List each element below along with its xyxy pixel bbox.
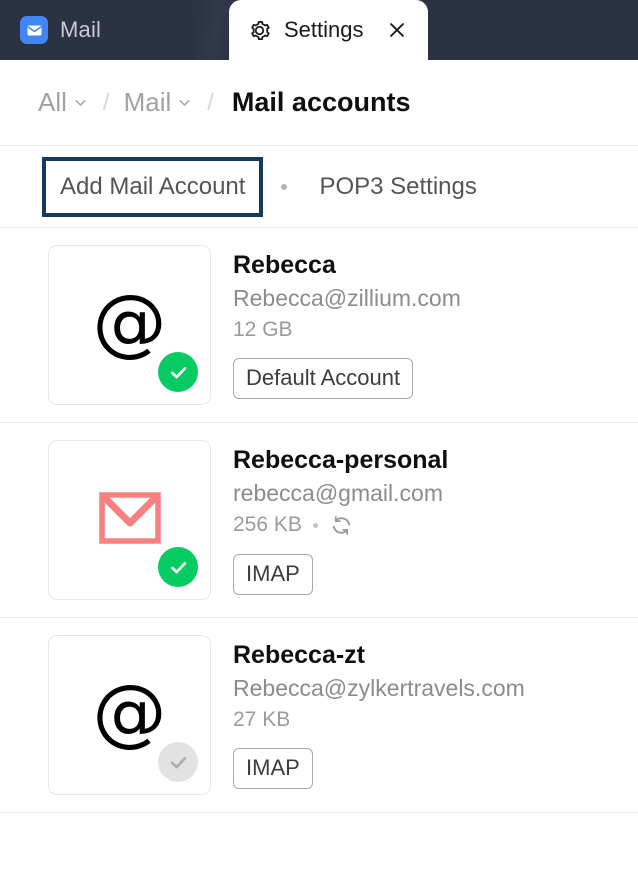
account-details: Rebecca-zt Rebecca@zylkertravels.com 27 …: [233, 635, 525, 789]
check-circle-icon: [158, 547, 198, 587]
account-meta: 256 KB: [233, 513, 448, 538]
account-name: Rebecca-zt: [233, 639, 525, 671]
breadcrumb-item-mail-label: Mail: [124, 87, 172, 118]
breadcrumb-separator: /: [95, 89, 118, 117]
tab-label: Settings: [284, 17, 364, 43]
settings-subtab-bar: Add Mail Account POP3 Settings: [0, 146, 638, 228]
account-list-item[interactable]: Rebecca-personal rebecca@gmail.com 256 K…: [0, 423, 638, 618]
chevron-down-icon: [72, 94, 89, 111]
mail-accounts-list: @ Rebecca Rebecca@zillium.com 12 GB Defa…: [0, 228, 638, 813]
avatar: @: [48, 245, 211, 405]
refresh-icon[interactable]: [329, 513, 354, 538]
status-badge: IMAP: [233, 554, 313, 595]
meta-separator-dot: [313, 523, 318, 528]
breadcrumb-item-all-label: All: [38, 87, 67, 118]
account-email: Rebecca@zillium.com: [233, 284, 461, 314]
gmail-envelope-icon: [99, 492, 161, 549]
account-name: Rebecca-personal: [233, 444, 448, 476]
breadcrumb-item-mail[interactable]: Mail: [124, 87, 194, 118]
window-tab-bar: Mail Settings: [0, 0, 638, 60]
status-badge: IMAP: [233, 748, 313, 789]
at-sign-icon: @: [93, 675, 167, 749]
account-details: Rebecca-personal rebecca@gmail.com 256 K…: [233, 440, 448, 595]
check-circle-icon: [158, 352, 198, 392]
account-meta: 12 GB: [233, 318, 461, 342]
tab-settings[interactable]: Settings: [229, 0, 428, 60]
account-list-item[interactable]: @ Rebecca-zt Rebecca@zylkertravels.com 2…: [0, 618, 638, 813]
avatar: @: [48, 635, 211, 795]
account-size: 27 KB: [233, 708, 290, 732]
tab-bar-shade: [196, 0, 232, 60]
breadcrumb-item-all[interactable]: All: [38, 87, 89, 118]
chevron-down-icon: [176, 94, 193, 111]
account-size: 12 GB: [233, 318, 293, 342]
app-name-label: Mail: [60, 17, 101, 43]
account-list-item[interactable]: @ Rebecca Rebecca@zillium.com 12 GB Defa…: [0, 228, 638, 423]
tab-pop3-settings[interactable]: POP3 Settings: [305, 161, 490, 213]
account-email: rebecca@gmail.com: [233, 479, 448, 509]
account-name: Rebecca: [233, 249, 461, 281]
breadcrumb: All / Mail / Mail accounts: [0, 60, 638, 146]
account-email: Rebecca@zylkertravels.com: [233, 674, 525, 704]
avatar: [48, 440, 211, 600]
account-meta: 27 KB: [233, 708, 525, 732]
subtab-separator-dot: [281, 184, 287, 190]
tab-add-mail-account[interactable]: Add Mail Account: [42, 157, 263, 217]
status-badge: Default Account: [233, 358, 413, 399]
gear-icon: [247, 18, 272, 43]
check-circle-icon: [158, 742, 198, 782]
account-details: Rebecca Rebecca@zillium.com 12 GB Defaul…: [233, 245, 461, 399]
page-title: Mail accounts: [228, 87, 411, 118]
at-sign-icon: @: [93, 285, 167, 359]
account-size: 256 KB: [233, 513, 302, 537]
close-icon[interactable]: [386, 19, 408, 41]
breadcrumb-separator: /: [199, 89, 222, 117]
mail-envelope-icon: [20, 16, 48, 44]
app-brand[interactable]: Mail: [0, 0, 101, 60]
